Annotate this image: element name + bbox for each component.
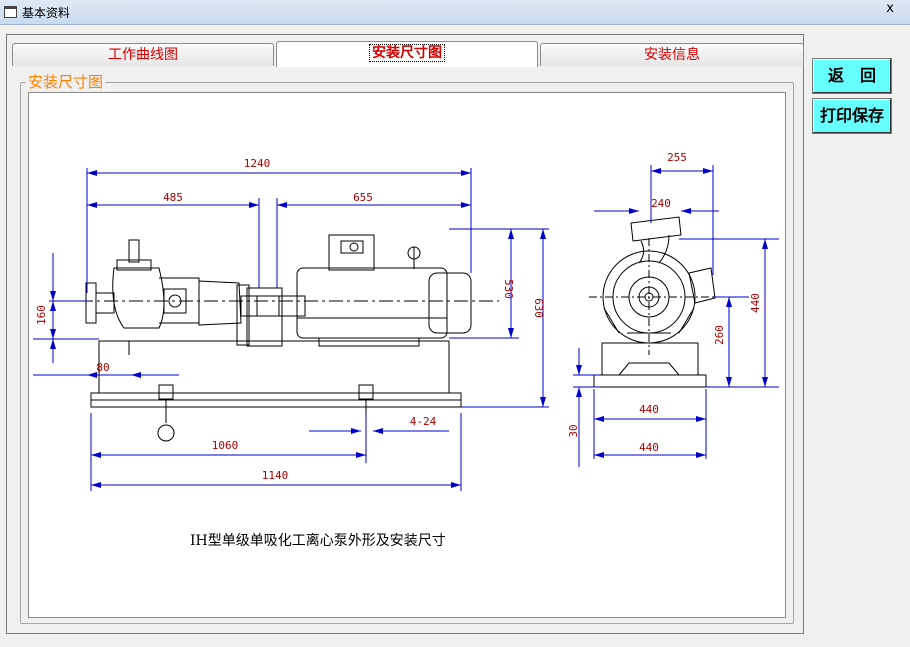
dim-255: 255 — [667, 151, 687, 164]
window-icon — [4, 6, 17, 18]
front-base-plate — [601, 342, 699, 376]
front-view — [589, 216, 719, 388]
side-dimension-labels: 1240 485 655 530 630 160 80 1060 1140 4-… — [35, 157, 545, 482]
front-dimensions — [573, 165, 779, 467]
back-button[interactable]: 返 回 — [812, 58, 892, 94]
tab-label: 工作曲线图 — [108, 47, 178, 63]
side-view — [79, 234, 499, 442]
window-title: 基本资料 — [22, 6, 71, 20]
tab-install-info[interactable]: 安装信息 — [540, 43, 804, 66]
dim-30: 30 — [567, 424, 580, 437]
dim-630: 630 — [532, 298, 545, 318]
coupling-guard — [246, 287, 283, 347]
dim-80: 80 — [96, 361, 109, 374]
dim-440-bottom: 440 — [639, 441, 659, 454]
drawing-caption: IH型单级单吸化工离心泵外形及安装尺寸 — [190, 533, 446, 549]
tab-label: 安装信息 — [644, 47, 700, 63]
dim-530: 530 — [502, 279, 515, 299]
dim-240: 240 — [651, 197, 671, 210]
pump-casing — [112, 267, 165, 329]
dim-1240: 1240 — [244, 157, 271, 170]
close-icon[interactable]: x — [886, 1, 894, 16]
dim-260: 260 — [713, 325, 726, 345]
outlet-nozzle — [128, 239, 140, 263]
dim-1060: 1060 — [212, 439, 239, 452]
bearing-housing — [198, 280, 242, 326]
group-label: 安装尺寸图 — [26, 73, 106, 91]
discharge-flange — [630, 216, 682, 242]
dim-160: 160 — [35, 305, 48, 325]
title-bar: 基本资料 x — [0, 0, 910, 25]
base-plate — [98, 340, 450, 394]
coupling — [240, 295, 306, 317]
front-dimension-labels: 255 240 440 260 440 440 30 — [567, 151, 762, 454]
front-base-rail — [593, 374, 707, 388]
side-dimensions — [33, 168, 549, 491]
dim-485: 485 — [163, 191, 183, 204]
tab-work-curve[interactable]: 工作曲线图 — [12, 43, 274, 66]
print-save-button[interactable]: 打印保存 — [812, 98, 892, 134]
dim-1140: 1140 — [262, 469, 289, 482]
tab-label: 安装尺寸图 — [369, 44, 445, 62]
dim-440-top: 440 — [639, 403, 659, 416]
tab-install-dimensions[interactable]: 安装尺寸图 — [276, 41, 538, 67]
motor-body — [296, 267, 448, 339]
dim-440-vertical: 440 — [749, 293, 762, 313]
dim-655: 655 — [353, 191, 373, 204]
dim-4-24: 4-24 — [410, 415, 437, 428]
